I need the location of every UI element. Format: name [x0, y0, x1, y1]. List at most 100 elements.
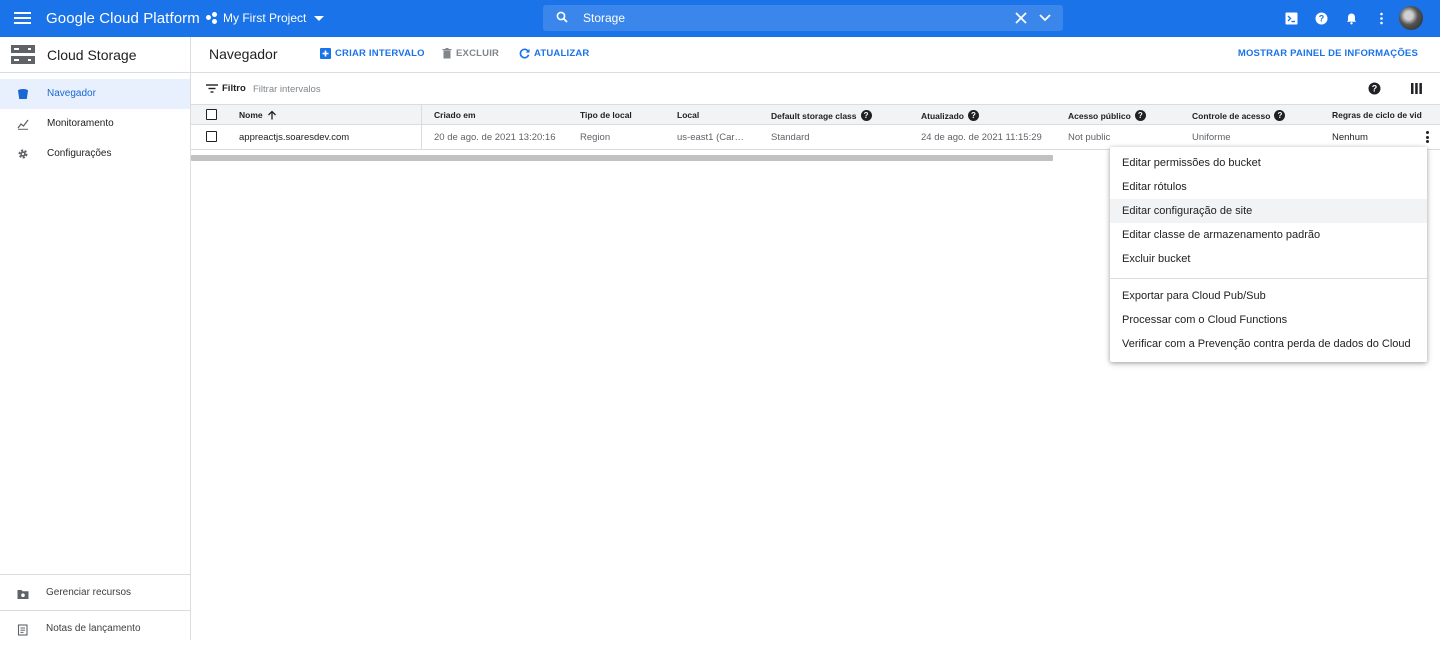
- column-header-label: Regras de ciclo de vid: [1332, 110, 1422, 120]
- sidebar-item-label: Configurações: [47, 148, 112, 159]
- menu-item-edit-website-config[interactable]: Editar configuração de site: [1110, 199, 1427, 223]
- column-header-updated[interactable]: Atualizado ?: [921, 110, 979, 121]
- main-menu-icon[interactable]: [14, 12, 31, 25]
- search-bar[interactable]: [543, 5, 1063, 31]
- refresh-label: ATUALIZAR: [534, 48, 590, 59]
- refresh-icon: [519, 48, 530, 59]
- horizontal-scrollbar[interactable]: [191, 155, 1053, 161]
- table-header: Nome Criado em Tipo de local Local Defau…: [191, 104, 1440, 125]
- arrow-up-icon: [267, 110, 276, 120]
- bucket-name-link[interactable]: appreactjs.soaresdev.com: [239, 132, 349, 143]
- refresh-button[interactable]: ATUALIZAR: [519, 48, 589, 59]
- delete-label: EXCLUIR: [456, 48, 500, 59]
- cell-lifecycle: Nenhum: [1332, 132, 1368, 143]
- sidebar-item-navegador[interactable]: Navegador: [0, 79, 190, 109]
- delete-button[interactable]: EXCLUIR: [442, 48, 499, 59]
- column-header-lifecycle[interactable]: Regras de ciclo de vid: [1332, 110, 1440, 120]
- close-icon[interactable]: [1014, 11, 1028, 25]
- svg-text:?: ?: [1319, 14, 1325, 24]
- more-vert-icon[interactable]: [1375, 12, 1388, 25]
- create-bucket-button[interactable]: CRIAR INTERVALO: [320, 48, 425, 59]
- cell-location: us-east1 (Car…: [677, 132, 745, 143]
- sidebar-item-label: Monitoramento: [47, 118, 114, 129]
- menu-item-edit-default-storage-class[interactable]: Editar classe de armazenamento padrão: [1110, 223, 1427, 247]
- help-icon[interactable]: ?: [1134, 110, 1146, 121]
- column-header-storage-class[interactable]: Default storage class ?: [771, 110, 872, 121]
- menu-item-scan-dlp[interactable]: Verificar com a Prevenção contra perda d…: [1110, 332, 1427, 356]
- bucket-icon: [18, 89, 28, 99]
- notifications-bell-icon[interactable]: [1345, 12, 1358, 25]
- menu-item-process-cloud-functions[interactable]: Processar com o Cloud Functions: [1110, 308, 1427, 332]
- sidebar-item-configuracoes[interactable]: Configurações: [0, 139, 190, 169]
- project-name: My First Project: [223, 11, 307, 25]
- menu-item-edit-permissions[interactable]: Editar permissões do bucket: [1110, 151, 1427, 175]
- column-header-label: Acesso público: [1068, 110, 1131, 121]
- trash-icon: [442, 48, 452, 59]
- sidebar: Cloud Storage Navegador Monitoramento Co…: [0, 37, 191, 640]
- column-header-name[interactable]: Nome: [239, 110, 277, 120]
- project-selector[interactable]: My First Project: [206, 11, 325, 25]
- menu-item-label: Editar classe de armazenamento padrão: [1122, 229, 1321, 241]
- search-input[interactable]: [583, 8, 983, 28]
- row-actions-more-icon[interactable]: [1425, 131, 1429, 143]
- row-checkbox[interactable]: [206, 131, 217, 142]
- help-icon[interactable]: ?: [1315, 12, 1328, 25]
- menu-item-label: Editar rótulos: [1122, 181, 1187, 193]
- column-header-label: Controle de acesso: [1192, 110, 1271, 121]
- menu-item-edit-labels[interactable]: Editar rótulos: [1110, 175, 1427, 199]
- account-avatar[interactable]: [1399, 6, 1423, 30]
- help-icon[interactable]: ?: [1274, 110, 1286, 121]
- menu-item-label: Editar configuração de site: [1122, 205, 1253, 217]
- filter-input[interactable]: [253, 80, 553, 98]
- menu-item-label: Verificar com a Prevenção contra perda d…: [1122, 338, 1411, 350]
- add-box-icon: [320, 48, 331, 59]
- sidebar-item-label: Navegador: [47, 88, 96, 99]
- sidebar-bottom-label: Gerenciar recursos: [46, 587, 132, 598]
- column-header-label: Local: [677, 110, 700, 120]
- column-header-label: Default storage class: [771, 110, 857, 121]
- filter-list-icon: [206, 84, 218, 93]
- help-icon[interactable]: ?: [1368, 82, 1381, 95]
- help-icon[interactable]: ?: [967, 110, 979, 121]
- menu-item-export-pubsub[interactable]: Exportar para Cloud Pub/Sub: [1110, 284, 1427, 308]
- sidebar-item-gerenciar-recursos[interactable]: Gerenciar recursos: [0, 574, 190, 610]
- column-header-location[interactable]: Local: [677, 110, 699, 120]
- select-all-checkbox[interactable]: [206, 109, 217, 120]
- notes-icon: [17, 624, 28, 636]
- page-toolbar: Navegador CRIAR INTERVALO EXCLUIR ATUALI…: [191, 37, 1440, 73]
- help-icon[interactable]: ?: [860, 110, 872, 121]
- column-display-icon[interactable]: [1411, 83, 1422, 94]
- column-header-label: Criado em: [434, 110, 476, 120]
- column-header-public-access[interactable]: Acesso público ?: [1068, 110, 1146, 121]
- menu-divider: [1110, 278, 1427, 279]
- chevron-down-icon[interactable]: [1038, 12, 1052, 24]
- show-info-panel-button[interactable]: MOSTRAR PAINEL DE INFORMAÇÕES: [1238, 48, 1418, 59]
- menu-item-delete-bucket[interactable]: Excluir bucket: [1110, 247, 1427, 271]
- cell-storage-class: Standard: [771, 132, 810, 143]
- column-header-label: Nome: [239, 110, 263, 120]
- column-header-created[interactable]: Criado em: [434, 110, 476, 120]
- sidebar-item-notas-de-lancamento[interactable]: Notas de lançamento: [0, 610, 190, 646]
- gcp-brand-logo[interactable]: Google Cloud Platform: [46, 10, 200, 27]
- cell-updated: 24 de ago. de 2021 11:15:29: [921, 132, 1042, 143]
- column-header-location-type[interactable]: Tipo de local: [580, 110, 632, 120]
- column-header-access-control[interactable]: Controle de acesso ?: [1192, 110, 1286, 121]
- cloud-shell-icon[interactable]: [1285, 12, 1298, 25]
- svg-text:?: ?: [1372, 84, 1378, 94]
- folder-gear-icon: [17, 590, 29, 599]
- menu-item-label: Editar permissões do bucket: [1122, 157, 1261, 169]
- cell-access-control: Uniforme: [1192, 132, 1231, 143]
- row-context-menu: Editar permissões do bucket Editar rótul…: [1110, 147, 1427, 362]
- sidebar-bottom-label: Notas de lançamento: [46, 623, 141, 634]
- create-bucket-label: CRIAR INTERVALO: [335, 48, 425, 59]
- top-app-bar: Google Cloud Platform My First Project ?: [0, 0, 1440, 37]
- project-icon: [206, 12, 218, 24]
- product-title: Cloud Storage: [47, 47, 137, 63]
- chart-icon: [17, 119, 29, 130]
- cloud-storage-logo-icon: [11, 45, 35, 64]
- sidebar-item-monitoramento[interactable]: Monitoramento: [0, 109, 190, 139]
- column-header-label: Tipo de local: [580, 110, 632, 120]
- search-icon: [556, 11, 568, 23]
- cell-public-access: Not public: [1068, 132, 1111, 143]
- gear-icon: [18, 149, 28, 159]
